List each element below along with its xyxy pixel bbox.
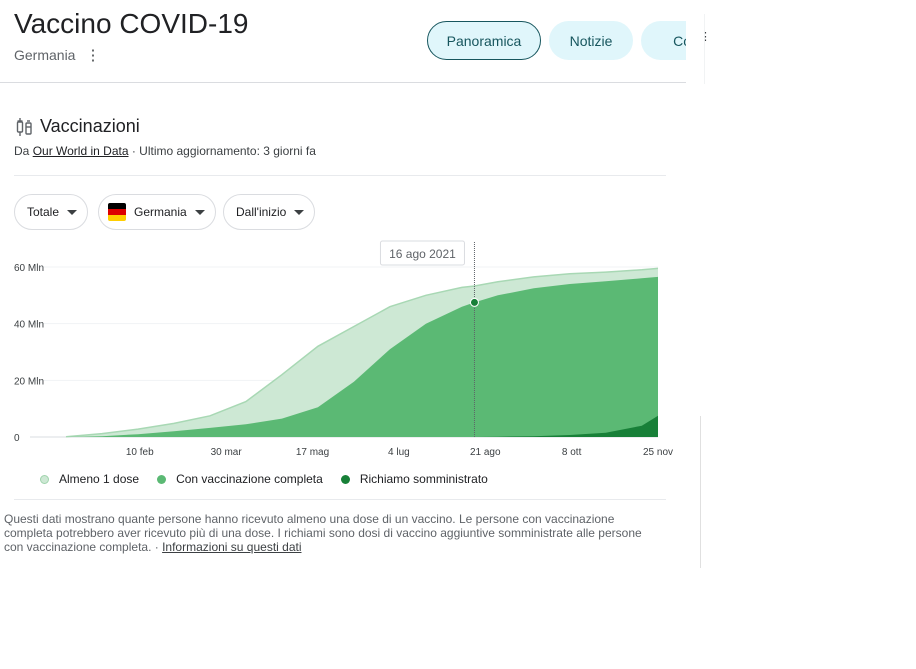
legend-swatch <box>40 474 49 484</box>
subtitle: Germania ⋮ <box>14 46 100 64</box>
y-tick-label: 60 Mln <box>14 263 44 274</box>
y-tick-label: 20 Mln <box>14 376 44 387</box>
legend-item-booster[interactable]: Richiamo somministrato <box>340 472 488 486</box>
country-dropdown[interactable]: Germania <box>98 194 216 230</box>
overflow-icon[interactable]: ⋮ <box>700 30 711 43</box>
germany-flag-icon <box>108 203 126 221</box>
legend-label: Richiamo somministrato <box>359 472 488 486</box>
x-tick-label: 4 lug <box>388 447 410 458</box>
legend-label: Con vaccinazione completa <box>176 472 323 486</box>
tab-bar: Panoramica Notizie Con <box>420 14 686 68</box>
hover-point <box>469 297 479 307</box>
section-title: Vaccinazioni <box>40 116 140 136</box>
legend-swatch <box>340 474 350 484</box>
dropdown-arrow-icon <box>194 209 205 215</box>
range-value: Dall'inizio <box>236 205 287 219</box>
legend-item-first-dose[interactable]: Almeno 1 dose <box>40 472 139 486</box>
page-title: Vaccino COVID-19 <box>14 8 249 39</box>
vaccination-chart[interactable]: 60 Mln 40 Mln 20 Mln 0 10 feb 30 mar 17 mag 4 l… <box>0 238 686 466</box>
metric-value: Totale <box>27 205 60 219</box>
tab-more[interactable]: Con <box>641 21 686 60</box>
y-tick-label: 40 Mln <box>14 320 44 331</box>
chart-legend: Almeno 1 dose Con vaccinazione completa … <box>40 472 506 486</box>
x-tick-label: 30 mar <box>211 447 243 458</box>
about-data-link[interactable]: Informazioni su questi dati <box>162 540 301 554</box>
dropdown-arrow-icon <box>67 209 78 215</box>
x-tick-label: 17 mag <box>296 447 329 458</box>
header-divider <box>0 82 686 83</box>
more-options-icon[interactable]: ⋮ <box>85 46 100 64</box>
last-updated: · Ultimo aggiornamento: 3 giorni fa <box>131 144 316 158</box>
panel-edge <box>700 416 701 568</box>
country-label: Germania <box>14 47 76 63</box>
divider <box>704 14 705 84</box>
legend-label: Almeno 1 dose <box>59 472 140 486</box>
x-tick-label: 21 ago <box>470 447 501 458</box>
tab-overview[interactable]: Panoramica <box>427 21 541 60</box>
tooltip-date: 16 ago 2021 <box>389 247 456 261</box>
dropdown-arrow-icon <box>294 209 305 215</box>
section-divider <box>14 175 666 176</box>
x-tick-label: 25 nov <box>643 447 673 458</box>
vaccine-icon <box>16 118 32 136</box>
country-value: Germania <box>134 205 187 219</box>
data-note: Questi dati mostrano quante persone hann… <box>4 512 654 554</box>
tab-news[interactable]: Notizie <box>549 21 633 60</box>
source-prefix: Da <box>14 144 30 158</box>
range-dropdown[interactable]: Dall'inizio <box>223 194 316 230</box>
x-tick-label: 10 feb <box>126 447 154 458</box>
source-line: Da Our World in Data · Ultimo aggiorname… <box>14 144 316 158</box>
source-link[interactable]: Our World in Data <box>33 144 129 158</box>
y-tick-label: 0 <box>14 433 20 444</box>
legend-item-fully-vaccinated[interactable]: Con vaccinazione completa <box>157 472 323 486</box>
legend-divider <box>14 499 666 500</box>
x-tick-label: 8 ott <box>562 447 582 458</box>
note-separator: · <box>151 540 163 554</box>
legend-swatch <box>157 474 167 484</box>
metric-dropdown[interactable]: Totale <box>14 194 89 230</box>
note-text: Questi dati mostrano quante persone hann… <box>4 512 642 554</box>
